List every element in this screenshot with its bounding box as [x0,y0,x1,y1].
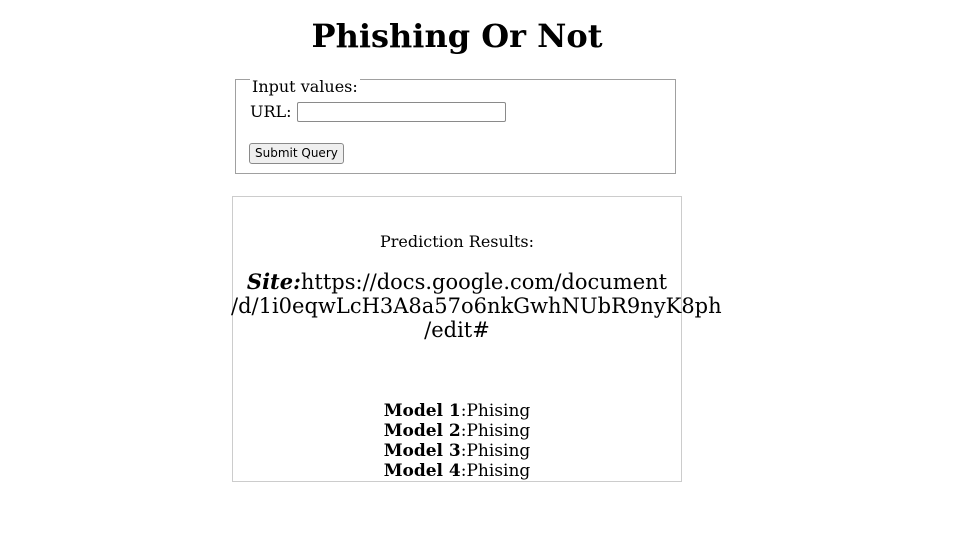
model-name: Model 3 [383,441,461,461]
model-prediction: :Phising [460,461,531,481]
model-results-list: Model 1:Phising Model 2:Phising Model 3:… [233,401,681,481]
model-name: Model 2 [383,421,461,441]
model-result-row: Model 2:Phising [233,421,681,441]
url-row: URL: [250,102,506,122]
model-result-row: Model 3:Phising [233,441,681,461]
url-input[interactable] [296,102,506,122]
fieldset-legend: Input values: [250,77,360,96]
results-heading: Prediction Results: [380,232,534,251]
site-line-1: Site:https://docs.google.com/document [231,269,683,295]
site-url-line-2: /d/1i0eqwLcH3A8a57o6nkGwhNUbR9nyK8ph [231,294,722,318]
submit-query-button[interactable]: Submit Query [249,143,344,164]
site-block: Site:https://docs.google.com/document /d… [231,269,722,343]
model-result-row: Model 4:Phising [233,461,681,481]
model-prediction: :Phising [460,421,531,441]
page-title: Phishing Or Not [311,17,603,55]
site-url-line-3: /edit# [424,318,490,342]
input-fieldset: Input values: URL: Submit Query [235,77,676,174]
model-prediction: :Phising [460,401,531,421]
site-url-line-1: https://docs.google.com/document [300,270,668,294]
page: Phishing Or Not Input values: URL: Submi… [0,0,959,540]
prediction-results-panel: Prediction Results: Site:https://docs.go… [231,196,722,482]
model-prediction: :Phising [460,441,531,461]
model-name: Model 1 [383,401,461,421]
model-result-row: Model 1:Phising [233,401,681,421]
site-label: Site: [246,269,301,294]
url-label: URL: [250,102,292,121]
model-name: Model 4 [383,461,461,481]
